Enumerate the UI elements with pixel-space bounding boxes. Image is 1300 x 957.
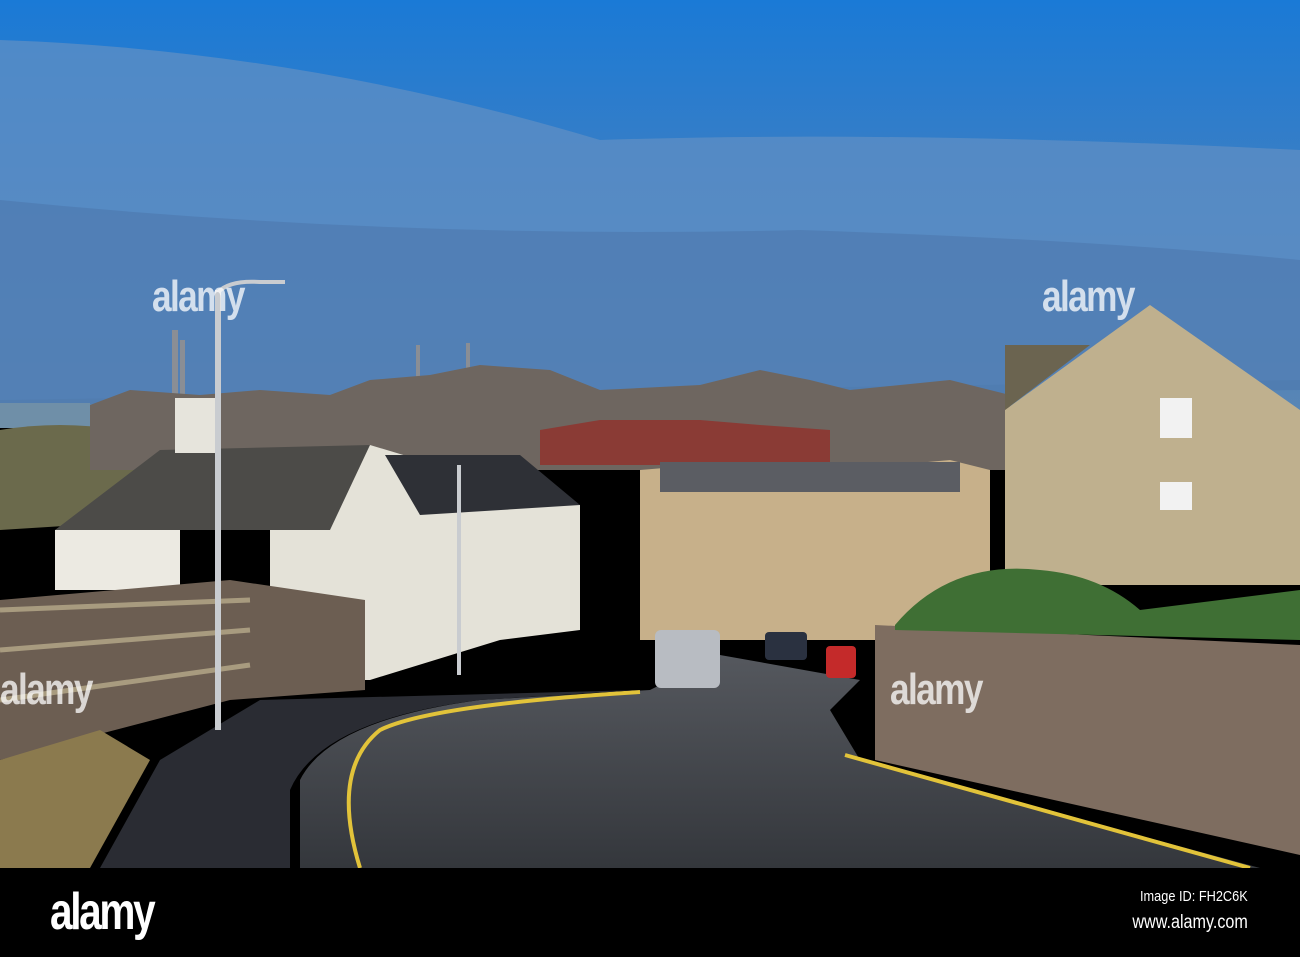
watermark: alamy: [152, 272, 245, 321]
alamy-logo: alamy: [50, 883, 156, 941]
lamp-post: [215, 290, 221, 730]
photo-scene: [0, 0, 1300, 868]
chimney-stack: [172, 330, 178, 395]
chimney-stack: [180, 340, 185, 395]
image-id: Image ID: FH2C6K: [1140, 888, 1248, 905]
white-cottage: [55, 530, 180, 590]
site-url: www.alamy.com: [1132, 912, 1248, 933]
watermark: alamy: [1042, 272, 1135, 321]
watermark: alamy: [890, 665, 983, 714]
car: [765, 632, 807, 660]
window: [1160, 482, 1192, 510]
lamp-post: [457, 465, 461, 675]
car: [655, 630, 720, 688]
window: [1160, 398, 1192, 438]
chimney: [175, 398, 215, 453]
car: [826, 646, 856, 678]
footer-bar: alamy Image ID: FH2C6K www.alamy.com: [0, 868, 1300, 957]
sea: [0, 403, 90, 428]
watermark: alamy: [0, 665, 93, 714]
terrace-roof: [660, 462, 960, 492]
